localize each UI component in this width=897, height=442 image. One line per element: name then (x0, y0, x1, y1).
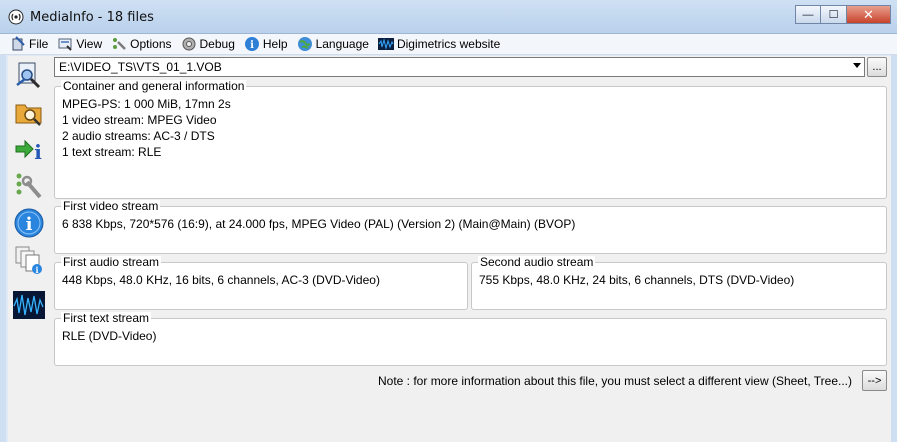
maximize-button[interactable]: ☐ (821, 5, 847, 24)
audio-stream-2-panel: Second audio stream 755 Kbps, 48.0 KHz, … (471, 256, 887, 310)
title-bar: MediaInfo - 18 files — ☐ ✕ (0, 0, 897, 34)
svg-text:i: i (35, 265, 38, 275)
audio-stream-2-title: Second audio stream (478, 255, 596, 269)
preferences-icon (16, 173, 42, 199)
window-right-border (891, 34, 897, 442)
view-note: Note : for more information about this f… (378, 374, 852, 388)
text-stream-panel: First text stream RLE (DVD-Video) (54, 312, 887, 366)
sidebar-multiple-files[interactable]: i (12, 243, 46, 277)
general-info-title: Container and general information (61, 79, 247, 93)
file-select-dropdown[interactable]: E:\VIDEO_TS\VTS_01_1.VOB (54, 57, 865, 77)
digimetrics-waveform-icon (13, 291, 45, 319)
debug-icon (182, 37, 195, 51)
sidebar-export[interactable]: i (12, 132, 46, 166)
view-icon (58, 38, 73, 51)
multiple-files-icon: i (15, 246, 42, 275)
more-info-button[interactable]: --> (862, 370, 887, 391)
general-info-panel: Container and general information MPEG-P… (54, 80, 887, 199)
svg-text:i: i (26, 214, 33, 235)
minimize-button[interactable]: — (795, 5, 821, 24)
audio-stream-1-info: 448 Kbps, 48.0 KHz, 16 bits, 6 channels,… (62, 273, 380, 287)
audio-stream-1-title: First audio stream (61, 255, 162, 269)
general-info-line: 2 audio streams: AC-3 / DTS (62, 129, 215, 143)
file-icon (12, 36, 25, 51)
menu-file-label: File (29, 37, 49, 51)
menu-debug[interactable]: Debug (181, 36, 235, 52)
menu-view-label: View (76, 37, 103, 51)
menu-help[interactable]: i Help (244, 36, 288, 52)
menu-language-label: Language (315, 37, 369, 51)
view-sidebar: i i i (8, 56, 52, 442)
open-file-icon (16, 62, 41, 89)
menu-file[interactable]: File (10, 36, 48, 52)
text-stream-title: First text stream (61, 311, 152, 325)
sidebar-open-file[interactable] (12, 58, 46, 92)
browse-button[interactable]: ... (867, 57, 887, 77)
svg-text:i: i (250, 40, 254, 51)
general-info-line: MPEG-PS: 1 000 MiB, 17mn 2s (62, 97, 231, 111)
svg-text:i: i (34, 140, 42, 164)
menu-digimetrics-label: Digimetrics website (396, 37, 501, 51)
file-select-value: E:\VIDEO_TS\VTS_01_1.VOB (59, 60, 222, 74)
video-stream-title: First video stream (61, 199, 161, 213)
menu-view[interactable]: View (57, 36, 102, 52)
window-left-border (0, 34, 6, 442)
video-stream-panel: First video stream 6 838 Kbps, 720*576 (… (54, 200, 887, 254)
menu-help-label: Help (262, 37, 288, 51)
window-title: MediaInfo - 18 files (30, 10, 154, 25)
sidebar-preferences[interactable] (12, 169, 46, 203)
menu-digimetrics-website[interactable]: Digimetrics website (377, 36, 501, 52)
open-folder-icon (15, 104, 42, 126)
audio-stream-2-info: 755 Kbps, 48.0 KHz, 24 bits, 6 channels,… (479, 273, 795, 287)
general-info-line: 1 video stream: MPEG Video (62, 113, 217, 127)
sidebar-open-folder[interactable] (12, 95, 46, 129)
audio-stream-1-panel: First audio stream 448 Kbps, 48.0 KHz, 1… (54, 256, 468, 310)
main-content: E:\VIDEO_TS\VTS_01_1.VOB ... Container a… (52, 56, 891, 442)
export-icon: i (15, 139, 42, 164)
menu-options-label: Options (130, 37, 172, 51)
about-icon: i (14, 208, 44, 238)
sidebar-about[interactable]: i (12, 206, 46, 240)
sidebar-digimetrics[interactable] (12, 288, 46, 322)
menu-debug-label: Debug (199, 37, 235, 51)
language-icon (297, 37, 312, 51)
menu-language[interactable]: Language (297, 36, 369, 52)
general-info-line: 1 text stream: RLE (62, 145, 162, 159)
close-button[interactable]: ✕ (847, 5, 891, 24)
help-icon: i (244, 37, 259, 51)
digimetrics-icon (377, 38, 394, 50)
text-stream-info: RLE (DVD-Video) (62, 329, 157, 343)
options-icon (113, 38, 127, 50)
mediainfo-app-icon (8, 9, 24, 25)
window-controls: — ☐ ✕ (795, 5, 891, 24)
general-info-body: MPEG-PS: 1 000 MiB, 17mn 2s 1 video stre… (62, 96, 231, 160)
menu-bar: File View Options Debug i Help Language … (0, 34, 897, 55)
chevron-down-icon[interactable] (853, 63, 861, 68)
menu-options[interactable]: Options (111, 36, 172, 52)
video-stream-info: 6 838 Kbps, 720*576 (16:9), at 24.000 fp… (62, 217, 576, 231)
